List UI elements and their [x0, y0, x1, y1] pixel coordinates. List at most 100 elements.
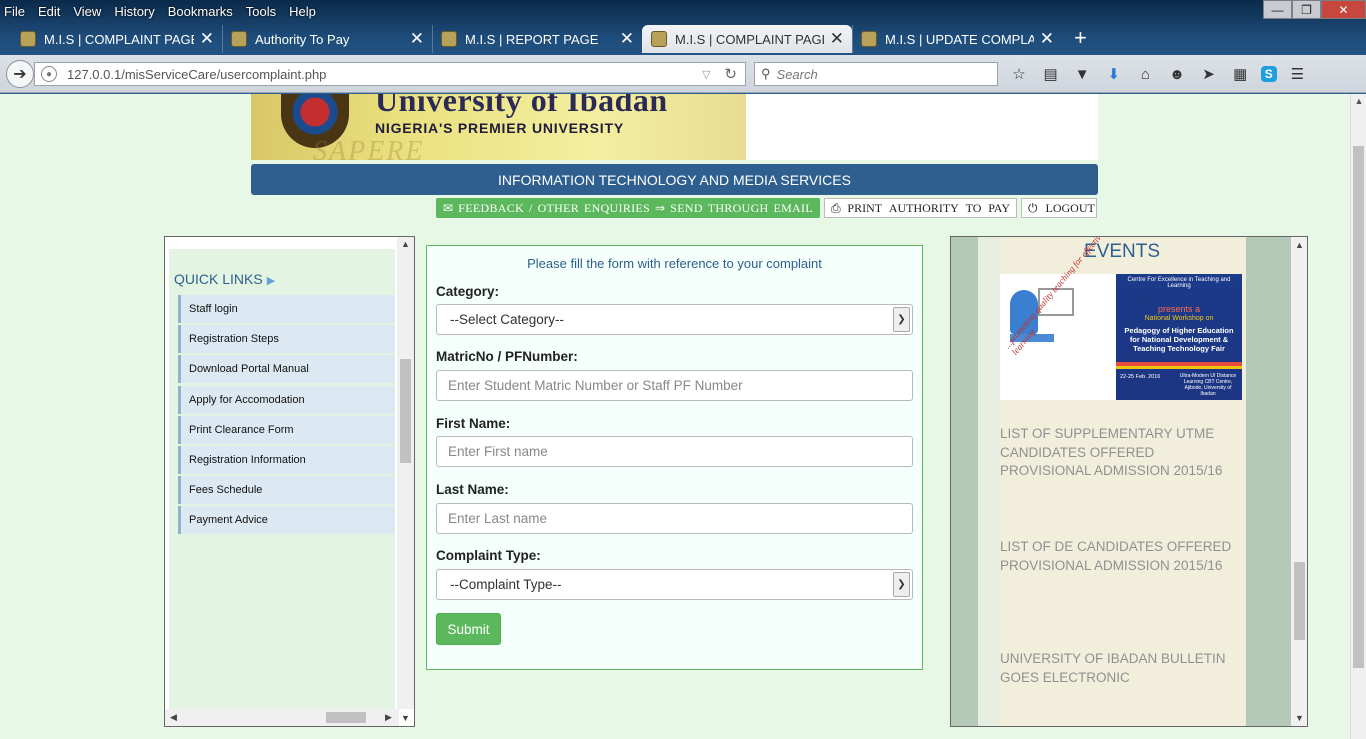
skype-icon[interactable]: S	[1260, 66, 1277, 82]
menu-tools[interactable]: Tools	[246, 4, 276, 19]
events-vscroll-thumb[interactable]	[1294, 562, 1305, 640]
tab-label: M.I.S | UPDATE COMPLAI...	[885, 31, 1034, 47]
category-value: --Select Category--	[450, 312, 565, 327]
chevron-down-icon[interactable]: ❯	[893, 307, 910, 332]
form-intro: Please fill the form with reference to y…	[527, 256, 822, 271]
scroll-left-icon[interactable]: ◀	[170, 712, 177, 723]
star-icon[interactable]: ☆	[1008, 63, 1030, 85]
event-poster[interactable]: ...promoting quality teaching for effect…	[1000, 237, 1242, 400]
menu-bookmarks[interactable]: Bookmarks	[168, 4, 233, 19]
events-panel: EVENTS ...promoting quality teaching for…	[950, 236, 1308, 727]
quick-link-clearance-form[interactable]: Print Clearance Form	[178, 415, 395, 444]
scroll-up-icon[interactable]: ▲	[1351, 96, 1366, 106]
menu-history[interactable]: History	[114, 4, 154, 19]
quick-link-payment-advice[interactable]: Payment Advice	[178, 506, 395, 535]
feedback-word: ENQUIRIES	[584, 200, 651, 215]
pocket-icon[interactable]: ▼	[1071, 63, 1093, 85]
first-name-label: First Name:	[436, 416, 511, 431]
quick-link-staff-login[interactable]: Staff login	[178, 295, 395, 323]
quick-link-accomodation[interactable]: Apply for Accomodation	[178, 385, 395, 414]
url-text[interactable]: 127.0.0.1/misServiceCare/usercomplaint.p…	[67, 67, 702, 82]
events-vscrollbar[interactable]: ▲ ▼	[1291, 237, 1307, 726]
send-icon[interactable]: ➤	[1198, 63, 1220, 85]
back-button[interactable]: ➔	[6, 60, 34, 88]
search-input[interactable]: ⚲ Search	[754, 62, 998, 86]
tab-label: M.I.S | REPORT PAGE	[465, 31, 599, 47]
home-icon[interactable]: ⌂	[1134, 63, 1156, 85]
poster-text: Centre For Excellence in Teaching and Le…	[1116, 274, 1242, 400]
quick-link-fees-schedule[interactable]: Fees Schedule	[178, 476, 395, 505]
feedback-word: SEND	[670, 200, 703, 215]
matric-input[interactable]: Enter Student Matric Number or Staff PF …	[436, 370, 913, 401]
poster-line5: Pedagogy of Higher Education for Nationa…	[1124, 326, 1234, 353]
event-news-item[interactable]: LIST OF DE CANDIDATES OFFERED PROVISIONA…	[1000, 538, 1240, 575]
page-scrollbar-thumb[interactable]	[1353, 146, 1364, 668]
smiley-icon[interactable]: ☻	[1166, 63, 1188, 85]
quick-link-registration-steps[interactable]: Registration Steps	[178, 325, 395, 354]
tab-update-complaint[interactable]: M.I.S | UPDATE COMPLAI... ✕	[852, 25, 1062, 53]
tab-close-icon[interactable]: ✕	[830, 29, 844, 49]
events-title: EVENTS	[1083, 241, 1161, 262]
menu-view[interactable]: View	[73, 4, 101, 19]
tab-close-icon[interactable]: ✕	[620, 29, 634, 49]
event-news-item[interactable]: LIST OF SUPPLEMENTARY UTME CANDIDATES OF…	[1000, 425, 1240, 481]
tab-label: M.I.S | COMPLAINT PAGE	[44, 31, 194, 47]
print-word: PRINT	[847, 200, 883, 215]
download-icon[interactable]: ⬇	[1103, 63, 1125, 85]
back-arrow-icon: ➔	[13, 66, 27, 83]
submit-button[interactable]: Submit	[436, 613, 501, 645]
reload-icon[interactable]: ↻	[724, 65, 737, 83]
last-name-input[interactable]: Enter Last name	[436, 503, 913, 534]
feedback-word: OTHER	[537, 200, 580, 215]
scroll-up-icon[interactable]: ▲	[1295, 240, 1304, 250]
menu-help[interactable]: Help	[289, 4, 316, 19]
feedback-link[interactable]: ✉ FEEDBACK / OTHER ENQUIRIES ⇒ SEND THRO…	[436, 198, 820, 218]
quick-links-hscrollbar[interactable]: ◀ ▶	[165, 709, 399, 726]
reading-list-icon[interactable]: ▤	[1040, 63, 1062, 85]
search-icon: ⚲	[761, 66, 771, 81]
restore-button[interactable]: ❐	[1292, 0, 1321, 19]
tab-close-icon[interactable]: ✕	[410, 29, 424, 49]
window-close-button[interactable]: ✕	[1321, 0, 1366, 19]
poster-line1: Centre For Excellence in Teaching and Le…	[1127, 277, 1231, 289]
logout-button[interactable]: ⏻ LOGOUT	[1021, 198, 1097, 218]
windows-icon[interactable]: ▦	[1229, 63, 1251, 85]
tab-label: Authority To Pay	[255, 31, 350, 47]
tab-report-page[interactable]: M.I.S | REPORT PAGE ✕	[432, 25, 642, 53]
quick-link-download-manual[interactable]: Download Portal Manual	[178, 355, 395, 384]
new-tab-button[interactable]: +	[1074, 25, 1087, 53]
menu-file[interactable]: File	[4, 4, 25, 19]
scroll-right-icon[interactable]: ▶	[385, 712, 392, 723]
ui-crest-icon	[861, 31, 877, 47]
scroll-up-icon[interactable]: ▲	[401, 239, 410, 249]
quick-link-registration-info[interactable]: Registration Information	[178, 445, 395, 474]
tab-authority-to-pay[interactable]: Authority To Pay ✕	[222, 25, 432, 53]
chevron-down-icon[interactable]: ❯	[893, 572, 910, 597]
scroll-down-icon[interactable]: ▼	[401, 713, 410, 723]
category-select[interactable]: --Select Category-- ❯	[436, 304, 913, 335]
quick-links-hscroll-thumb[interactable]	[326, 712, 366, 723]
url-dropdown-icon[interactable]: ▽	[702, 68, 710, 81]
site-banner: SAPERE University of Ibadan NIGERIA'S PR…	[251, 94, 1098, 160]
tab-complaint-active[interactable]: M.I.S | COMPLAINT PAGE ✕	[642, 25, 852, 53]
first-name-input[interactable]: Enter First name	[436, 436, 913, 467]
print-authority-button[interactable]: ⎙ PRINT AUTHORITY TO PAY	[824, 198, 1017, 218]
poster-date: 22-25 Feb. 2016	[1120, 374, 1161, 380]
menu-icon[interactable]: ☰	[1286, 63, 1308, 85]
url-bar[interactable]: ● 127.0.0.1/misServiceCare/usercomplaint…	[34, 62, 746, 86]
quick-links-vscroll-thumb[interactable]	[400, 359, 411, 463]
scroll-down-icon[interactable]: ▼	[1295, 713, 1304, 723]
quick-links-vscrollbar[interactable]: ▲ ▼	[397, 237, 414, 723]
minimize-button[interactable]: —	[1263, 0, 1292, 19]
menu-bar: File Edit View History Bookmarks Tools H…	[0, 0, 329, 22]
event-news-item[interactable]: UNIVERSITY OF IBADAN BULLETIN GOES ELECT…	[1000, 650, 1240, 687]
complaint-type-select[interactable]: --Complaint Type-- ❯	[436, 569, 913, 600]
menu-edit[interactable]: Edit	[38, 4, 60, 19]
tab-complaint-1[interactable]: M.I.S | COMPLAINT PAGE ✕	[12, 25, 222, 53]
banner-image: SAPERE University of Ibadan NIGERIA'S PR…	[251, 94, 746, 160]
poster-illustration: ...promoting quality teaching for effect…	[1000, 237, 1116, 400]
category-label: Category:	[436, 284, 500, 299]
tab-close-icon[interactable]: ✕	[1040, 29, 1054, 49]
page-scrollbar[interactable]: ▲	[1350, 94, 1366, 739]
tab-close-icon[interactable]: ✕	[200, 29, 214, 49]
